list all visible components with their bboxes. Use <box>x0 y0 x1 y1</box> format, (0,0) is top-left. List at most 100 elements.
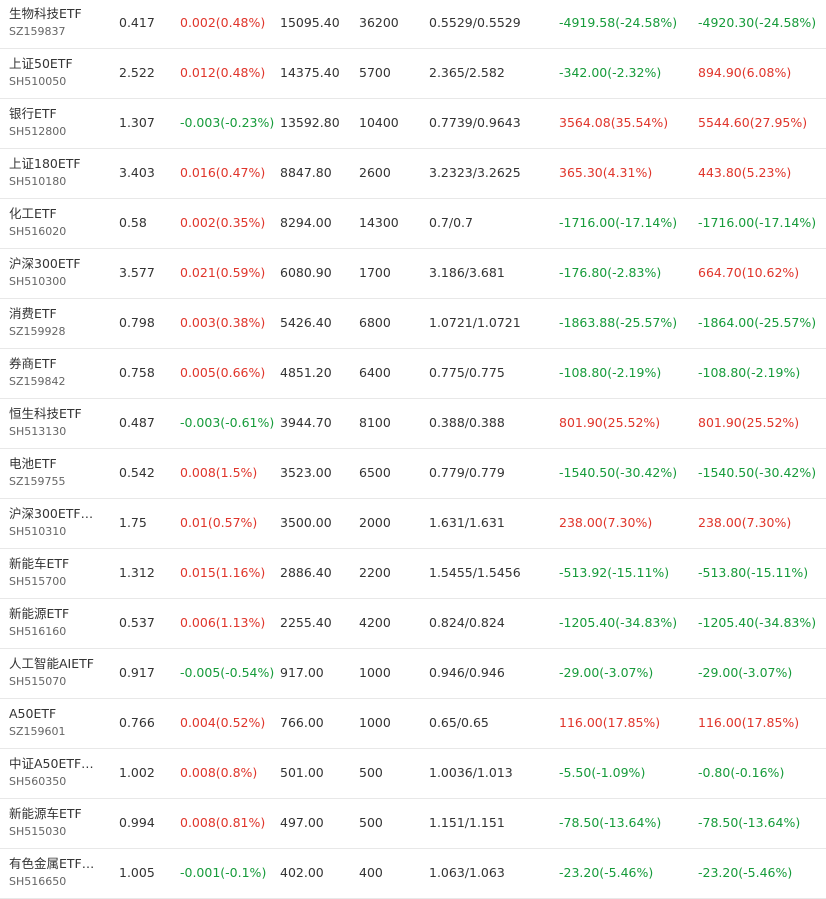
fund-name-block[interactable]: 电池ETF SZ159755 <box>9 456 109 489</box>
quantity-cell: 500 <box>359 765 383 780</box>
cost-cell: 0.388/0.388 <box>429 415 505 430</box>
table-row[interactable]: 上证180ETF SH510180 3.403 0.016(0.47%) 8847.80… <box>0 149 826 199</box>
table-row[interactable]: 消费ETF SZ159928 0.798 0.003(0.38%) 5426.40 680… <box>0 299 826 349</box>
total-profit-loss-cell: -1540.50(-30.42%) <box>698 465 817 480</box>
change-cell: 0.005(0.66%) <box>180 365 266 380</box>
fund-name-block[interactable]: 有色金属ETF… SH516650 <box>9 856 109 889</box>
holdings-table: 生物科技ETF SZ159837 0.417 0.002(0.48%) 15095.40… <box>0 0 826 899</box>
profit-loss-cell: 801.90(25.52%) <box>559 415 661 430</box>
fund-name-block[interactable]: 券商ETF SZ159842 <box>9 356 109 389</box>
total-profit-loss-cell: -29.00(-3.07%) <box>698 665 793 680</box>
fund-name: 新能源ETF <box>9 606 70 621</box>
profit-loss-cell: -23.20(-5.46%) <box>559 865 654 880</box>
fund-name-block[interactable]: 生物科技ETF SZ159837 <box>9 6 109 39</box>
price-cell: 1.005 <box>119 865 155 880</box>
table-row[interactable]: 恒生科技ETF SH513130 0.487 -0.003(-0.61%) 3944.7… <box>0 399 826 449</box>
quantity-cell: 6800 <box>359 315 391 330</box>
fund-name: 沪深300ETF <box>9 256 81 271</box>
fund-name-block[interactable]: 沪深300ETF… SH510310 <box>9 506 109 539</box>
fund-name-block[interactable]: 消费ETF SZ159928 <box>9 306 109 339</box>
table-row[interactable]: 生物科技ETF SZ159837 0.417 0.002(0.48%) 15095.40… <box>0 0 826 49</box>
fund-name-block[interactable]: 新能车ETF SH515700 <box>9 556 109 589</box>
fund-name-block[interactable]: 新能源车ETF SH515030 <box>9 806 109 839</box>
fund-name: 券商ETF <box>9 356 57 371</box>
table-row[interactable]: 新能源ETF SH516160 0.537 0.006(1.13%) 2255.40 42… <box>0 599 826 649</box>
total-profit-loss-cell: -4920.30(-24.58%) <box>698 15 817 30</box>
table-row[interactable]: 新能车ETF SH515700 1.312 0.015(1.16%) 2886.40 22… <box>0 549 826 599</box>
quantity-cell: 1000 <box>359 715 391 730</box>
fund-code: SZ159755 <box>9 475 66 488</box>
table-row[interactable]: 人工智能AIETF SH515070 0.917 -0.005(-0.54%) 917.… <box>0 649 826 699</box>
table-row[interactable]: 上证50ETF SH510050 2.522 0.012(0.48%) 14375.40… <box>0 49 826 99</box>
fund-name-block[interactable]: 上证180ETF SH510180 <box>9 156 109 189</box>
fund-name-block[interactable]: 中证A50ETF… SH560350 <box>9 756 109 789</box>
market-value-cell: 501.00 <box>280 765 324 780</box>
change-cell: 0.002(0.48%) <box>180 15 266 30</box>
profit-loss-cell: 365.30(4.31%) <box>559 165 653 180</box>
table-row[interactable]: 电池ETF SZ159755 0.542 0.008(1.5%) 3523.00 6500… <box>0 449 826 499</box>
quantity-cell: 8100 <box>359 415 391 430</box>
fund-name-block[interactable]: 新能源ETF SH516160 <box>9 606 109 639</box>
table-row[interactable]: 银行ETF SH512800 1.307 -0.003(-0.23%) 13592.80… <box>0 99 826 149</box>
fund-name: 上证180ETF <box>9 156 81 171</box>
fund-name: 新能车ETF <box>9 556 70 571</box>
fund-code: SH515070 <box>9 675 67 688</box>
fund-name: 沪深300ETF… <box>9 506 94 521</box>
fund-name: 消费ETF <box>9 306 57 321</box>
profit-loss-cell: -78.50(-13.64%) <box>559 815 662 830</box>
fund-name: 有色金属ETF… <box>9 856 95 871</box>
market-value-cell: 3500.00 <box>280 515 332 530</box>
change-cell: 0.008(0.8%) <box>180 765 258 780</box>
change-cell: 0.003(0.38%) <box>180 315 266 330</box>
cost-cell: 0.779/0.779 <box>429 465 505 480</box>
price-cell: 0.542 <box>119 465 155 480</box>
fund-name-block[interactable]: 人工智能AIETF SH515070 <box>9 656 109 689</box>
fund-code: SH513130 <box>9 425 67 438</box>
fund-name-block[interactable]: 上证50ETF SH510050 <box>9 56 109 89</box>
price-cell: 0.994 <box>119 815 155 830</box>
total-profit-loss-cell: -1716.00(-17.14%) <box>698 215 817 230</box>
fund-name: A50ETF <box>9 706 57 721</box>
table-row[interactable]: 券商ETF SZ159842 0.758 0.005(0.66%) 4851.20 640… <box>0 349 826 399</box>
market-value-cell: 6080.90 <box>280 265 332 280</box>
cost-cell: 0.946/0.946 <box>429 665 505 680</box>
cost-cell: 0.775/0.775 <box>429 365 505 380</box>
table-row[interactable]: 沪深300ETF SH510300 3.577 0.021(0.59%) 6080.90… <box>0 249 826 299</box>
cost-cell: 1.5455/1.5456 <box>429 565 521 580</box>
price-cell: 0.58 <box>119 215 147 230</box>
change-cell: 0.015(1.16%) <box>180 565 266 580</box>
table-row[interactable]: 新能源车ETF SH515030 0.994 0.008(0.81%) 497.00 50… <box>0 799 826 849</box>
market-value-cell: 14375.40 <box>280 65 340 80</box>
market-value-cell: 3944.70 <box>280 415 332 430</box>
total-profit-loss-cell: 894.90(6.08%) <box>698 65 792 80</box>
table-row[interactable]: A50ETF SZ159601 0.766 0.004(0.52%) 766.00 100… <box>0 699 826 749</box>
quantity-cell: 6400 <box>359 365 391 380</box>
market-value-cell: 5426.40 <box>280 315 332 330</box>
change-cell: -0.003(-0.61%) <box>180 415 275 430</box>
fund-name-block[interactable]: 化工ETF SH516020 <box>9 206 109 239</box>
total-profit-loss-cell: 801.90(25.52%) <box>698 415 800 430</box>
market-value-cell: 2886.40 <box>280 565 332 580</box>
quantity-cell: 10400 <box>359 115 399 130</box>
fund-code: SH510180 <box>9 175 67 188</box>
price-cell: 3.403 <box>119 165 155 180</box>
fund-code: SH516020 <box>9 225 67 238</box>
table-row[interactable]: 化工ETF SH516020 0.58 0.002(0.35%) 8294.00 1430… <box>0 199 826 249</box>
profit-loss-cell: -513.92(-15.11%) <box>559 565 670 580</box>
price-cell: 1.307 <box>119 115 155 130</box>
table-row[interactable]: 中证A50ETF… SH560350 1.002 0.008(0.8%) 501.00 5… <box>0 749 826 799</box>
fund-name-block[interactable]: A50ETF SZ159601 <box>9 706 109 739</box>
profit-loss-cell: -342.00(-2.32%) <box>559 65 662 80</box>
total-profit-loss-cell: -78.50(-13.64%) <box>698 815 801 830</box>
quantity-cell: 4200 <box>359 615 391 630</box>
profit-loss-cell: 3564.08(35.54%) <box>559 115 669 130</box>
fund-name-block[interactable]: 恒生科技ETF SH513130 <box>9 406 109 439</box>
fund-name-block[interactable]: 沪深300ETF SH510300 <box>9 256 109 289</box>
fund-name-block[interactable]: 银行ETF SH512800 <box>9 106 109 139</box>
price-cell: 0.417 <box>119 15 155 30</box>
total-profit-loss-cell: 443.80(5.23%) <box>698 165 792 180</box>
table-row[interactable]: 有色金属ETF… SH516650 1.005 -0.001(-0.1%) 402.00… <box>0 849 826 899</box>
table-row[interactable]: 沪深300ETF… SH510310 1.75 0.01(0.57%) 3500.00 2… <box>0 499 826 549</box>
profit-loss-cell: 116.00(17.85%) <box>559 715 661 730</box>
market-value-cell: 4851.20 <box>280 365 332 380</box>
